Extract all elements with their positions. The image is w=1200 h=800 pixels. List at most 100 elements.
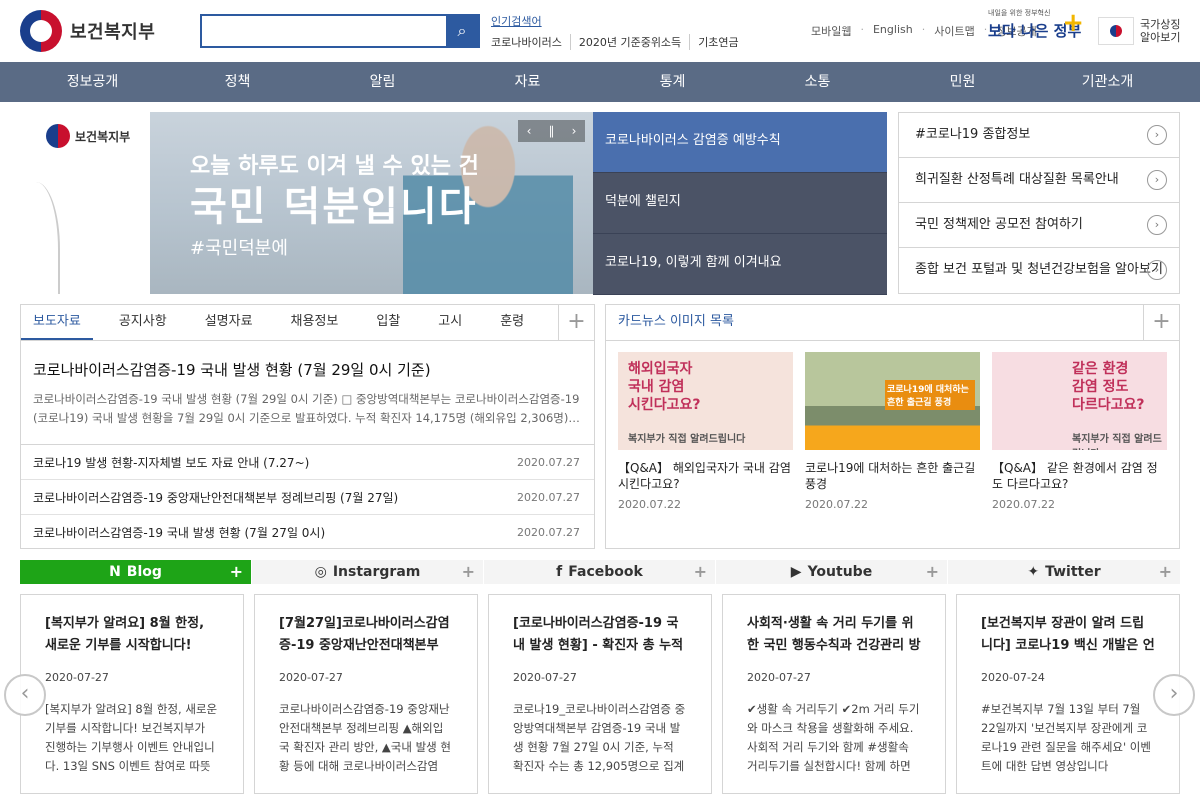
card-overlay-text: 같은 환경 감염 정도 다르다고요? <box>1072 361 1145 413</box>
news-headline-block[interactable]: 코로나바이러스감염증-19 국내 발생 현황 (7월 29일 0시 기준) 코로… <box>21 341 594 445</box>
carousel-next-button[interactable]: › <box>1153 674 1195 716</box>
card-item[interactable]: 해외입국자 국내 감염 시킨다고요? 복지부가 직접 알려드립니다 【Q&A】 … <box>618 352 793 511</box>
util-link-mobile[interactable]: 모바일웹 <box>802 23 860 39</box>
tab-instagram[interactable]: ◎ Instargram + <box>252 560 484 584</box>
more-plus-icon[interactable]: + <box>1143 305 1179 340</box>
tab-directive[interactable]: 훈령 <box>488 305 536 340</box>
tab-notification[interactable]: 고시 <box>426 305 474 340</box>
nav-item[interactable]: 정보공개 <box>20 62 165 102</box>
nav-item[interactable]: 소통 <box>745 62 890 102</box>
card-news-title-text[interactable]: 카드뉴스 이미지 목록 <box>618 314 734 329</box>
news-row-title: 코로나바이러스감염증-19 중앙재난안전대책본부 정례브리핑 (7월 27일) <box>33 490 399 505</box>
hero-list-item[interactable]: 코로나19, 이렇게 함께 이겨내요 <box>593 234 887 295</box>
plus-icon[interactable]: + <box>230 562 243 581</box>
nav-item[interactable]: 민원 <box>890 62 1035 102</box>
tab-facebook[interactable]: f Facebook + <box>484 560 716 584</box>
national-symbol-line1: 국가상징 <box>1140 18 1181 31</box>
decorative-drape <box>20 182 60 294</box>
popular-keyword[interactable]: 2020년 기준중위소득 <box>569 34 689 50</box>
news-row[interactable]: 코로나바이러스감염증-19 국내 발생 현황 (7월 27일 0시) 2020.0… <box>21 515 594 550</box>
hero-list: 코로나바이러스 감염증 예방수칙 덕분에 챌린지 코로나19, 이렇게 함께 이… <box>593 112 887 295</box>
sns-tab-label: Twitter <box>1045 564 1101 580</box>
nav-item[interactable]: 통계 <box>600 62 745 102</box>
better-government-banner[interactable]: 내일을 위한 정부혁신 보다 나은 정부 + <box>988 8 1086 52</box>
hero-line3: #국민덕분에 <box>190 238 288 259</box>
tab-bid[interactable]: 입찰 <box>364 305 412 340</box>
post-title: [코로나바이러스감염증-19 국내 발생 현황] - 확진자 총 누적발생 15… <box>513 616 684 653</box>
news-row[interactable]: 코로나19 발생 현황-지자체별 보도 자료 안내 (7.27~) 2020.07… <box>21 445 594 480</box>
card-overlay-text: 해외입국자 국내 감염 시킨다고요? <box>628 361 701 413</box>
national-symbol-link[interactable]: 국가상징 알아보기 <box>1098 17 1180 45</box>
tab-youtube[interactable]: ▶ Youtube + <box>716 560 948 584</box>
card-caption: 【Q&A】 같은 환경에서 감염 정도 다르다고요? <box>992 461 1158 491</box>
carousel-prev-button[interactable]: ‹ <box>4 674 46 716</box>
more-plus-icon[interactable]: + <box>558 305 594 340</box>
tab-twitter[interactable]: ✦ Twitter + <box>948 560 1180 584</box>
util-link-sitemap[interactable]: 사이트맵 <box>925 23 983 39</box>
card-news-title: 카드뉴스 이미지 목록 + <box>606 305 1179 341</box>
sns-tab-label: Youtube <box>807 564 873 580</box>
nav-item[interactable]: 정책 <box>165 62 310 102</box>
post-title: [보건복지부 장관이 알려 드립니다] 코로나19 백신 개발은 언제쯤&어떻게… <box>981 616 1155 653</box>
card-news: 카드뉴스 이미지 목록 + 해외입국자 국내 감염 시킨다고요? 복지부가 직접 … <box>605 304 1180 549</box>
news-headline[interactable]: 코로나바이러스감염증-19 국내 발생 현황 (7월 29일 0시 기준) <box>33 359 582 380</box>
card-caption: 【Q&A】 해외입국자가 국내 감염 시킨다고요? <box>618 461 791 491</box>
plus-icon[interactable]: + <box>1159 562 1172 581</box>
tab-recruit[interactable]: 채용정보 <box>279 305 351 340</box>
plus-icon: + <box>1062 8 1084 38</box>
news-row[interactable]: 코로나바이러스감염증-19 중앙재난안전대책본부 정례브리핑 (7월 27일) 2… <box>21 480 594 515</box>
search-input[interactable] <box>202 16 446 46</box>
post-date: 2020-07-27 <box>279 671 343 684</box>
slider-next-icon[interactable]: › <box>572 124 577 138</box>
sns-post[interactable]: 사회적·생활 속 거리 두기를 위한 국민 행동수칙과 건강관리 방법을 안내합… <box>722 594 946 794</box>
card-thumbnail: 코로나19에 대처하는 흔한 출근길 풍경 <box>805 352 980 450</box>
hero-list-item[interactable]: 코로나바이러스 감염증 예방수칙 <box>593 112 887 173</box>
quick-link[interactable]: 종합 보건 포털과 및 청년건강보험을 알아보기 › <box>899 248 1179 293</box>
hero-list-item[interactable]: 덕분에 챌린지 <box>593 173 887 234</box>
sns-post[interactable]: [보건복지부 장관이 알려 드립니다] 코로나19 백신 개발은 언제쯤&어떻게… <box>956 594 1180 794</box>
card-item[interactable]: 같은 환경 감염 정도 다르다고요? 복지부가 직접 알려드립니다 【Q&A】 … <box>992 352 1167 511</box>
slider-prev-icon[interactable]: ‹ <box>527 124 532 138</box>
tab-explanation[interactable]: 설명자료 <box>193 305 265 340</box>
card-date: 2020.07.22 <box>805 498 868 511</box>
slider-pause-icon[interactable]: ∥ <box>549 124 555 138</box>
sns-post[interactable]: [코로나바이러스감염증-19 국내 발생 현황] - 확진자 총 누적발생 15… <box>488 594 712 794</box>
site-logo[interactable]: 보건복지부 <box>20 10 155 52</box>
sns-post[interactable]: [7월27일]코로나바이러스감염증-19 중앙재난안전대책본부 정례브리핑(보건… <box>254 594 478 794</box>
taegeuk-emblem-icon <box>46 124 70 148</box>
nav-item[interactable]: 자료 <box>455 62 600 102</box>
util-link-english[interactable]: English <box>864 23 922 39</box>
plus-icon[interactable]: + <box>462 562 475 581</box>
quick-link[interactable]: 희귀질환 산정특례 대상질환 목록안내 › <box>899 158 1179 203</box>
chevron-right-icon: › <box>1147 170 1167 190</box>
news-tabs: 보도자료 공지사항 설명자료 채용정보 입찰 고시 훈령 + <box>21 305 594 341</box>
tab-press-release[interactable]: 보도자료 <box>21 305 93 340</box>
quick-link[interactable]: 국민 정책제안 공모전 참여하기 › <box>899 203 1179 248</box>
plus-icon[interactable]: + <box>694 562 707 581</box>
chevron-right-icon: › <box>1147 260 1167 280</box>
sns-tab-label: Instargram <box>332 564 421 580</box>
plus-icon[interactable]: + <box>926 562 939 581</box>
card-overlay-sub: 복지부가 직접 알려드립니다 <box>1072 434 1162 450</box>
sns-tabs: N Blog + ◎ Instargram + f Facebook + ▶ Youtube +… <box>20 560 1180 584</box>
facebook-icon: f <box>556 564 563 580</box>
popular-title[interactable]: 인기검색어 <box>491 13 747 29</box>
nav-item[interactable]: 기관소개 <box>1035 62 1180 102</box>
nav-item[interactable]: 알림 <box>310 62 455 102</box>
news-row-title: 코로나19 발생 현황-지자체별 보도 자료 안내 (7.27~) <box>33 455 310 470</box>
tab-blog[interactable]: N Blog + <box>20 560 252 584</box>
post-body: 코로나19_코로나바이러스감염증 중앙방역대책본부 감염증-19 국내 발생 현… <box>513 702 686 773</box>
card-item[interactable]: 코로나19에 대처하는 흔한 출근길 풍경 코로나19에 대처하는 흔한 출근길… <box>805 352 980 511</box>
search-button[interactable]: ⌕ <box>446 16 478 46</box>
sns-tab-label: Facebook <box>568 564 643 580</box>
popular-keyword[interactable]: 코로나바이러스 <box>491 34 570 50</box>
news-row-date: 2020.07.27 <box>517 490 580 504</box>
tab-notice[interactable]: 공지사항 <box>107 305 179 340</box>
quick-link-label: 국민 정책제안 공모전 참여하기 <box>915 217 1083 232</box>
slider-controls: ‹ ∥ › <box>518 120 585 142</box>
quick-link[interactable]: #코로나19 종합정보 › <box>899 113 1179 158</box>
popular-keywords: 인기검색어 코로나바이러스 2020년 기준중위소득 기초연금 <box>491 13 747 50</box>
popular-keyword[interactable]: 기초연금 <box>689 34 746 50</box>
post-date: 2020-07-24 <box>981 671 1045 684</box>
sns-post[interactable]: [복지부가 알려요] 8월 한정, 새로운 기부를 시작합니다! 2020-07… <box>20 594 244 794</box>
